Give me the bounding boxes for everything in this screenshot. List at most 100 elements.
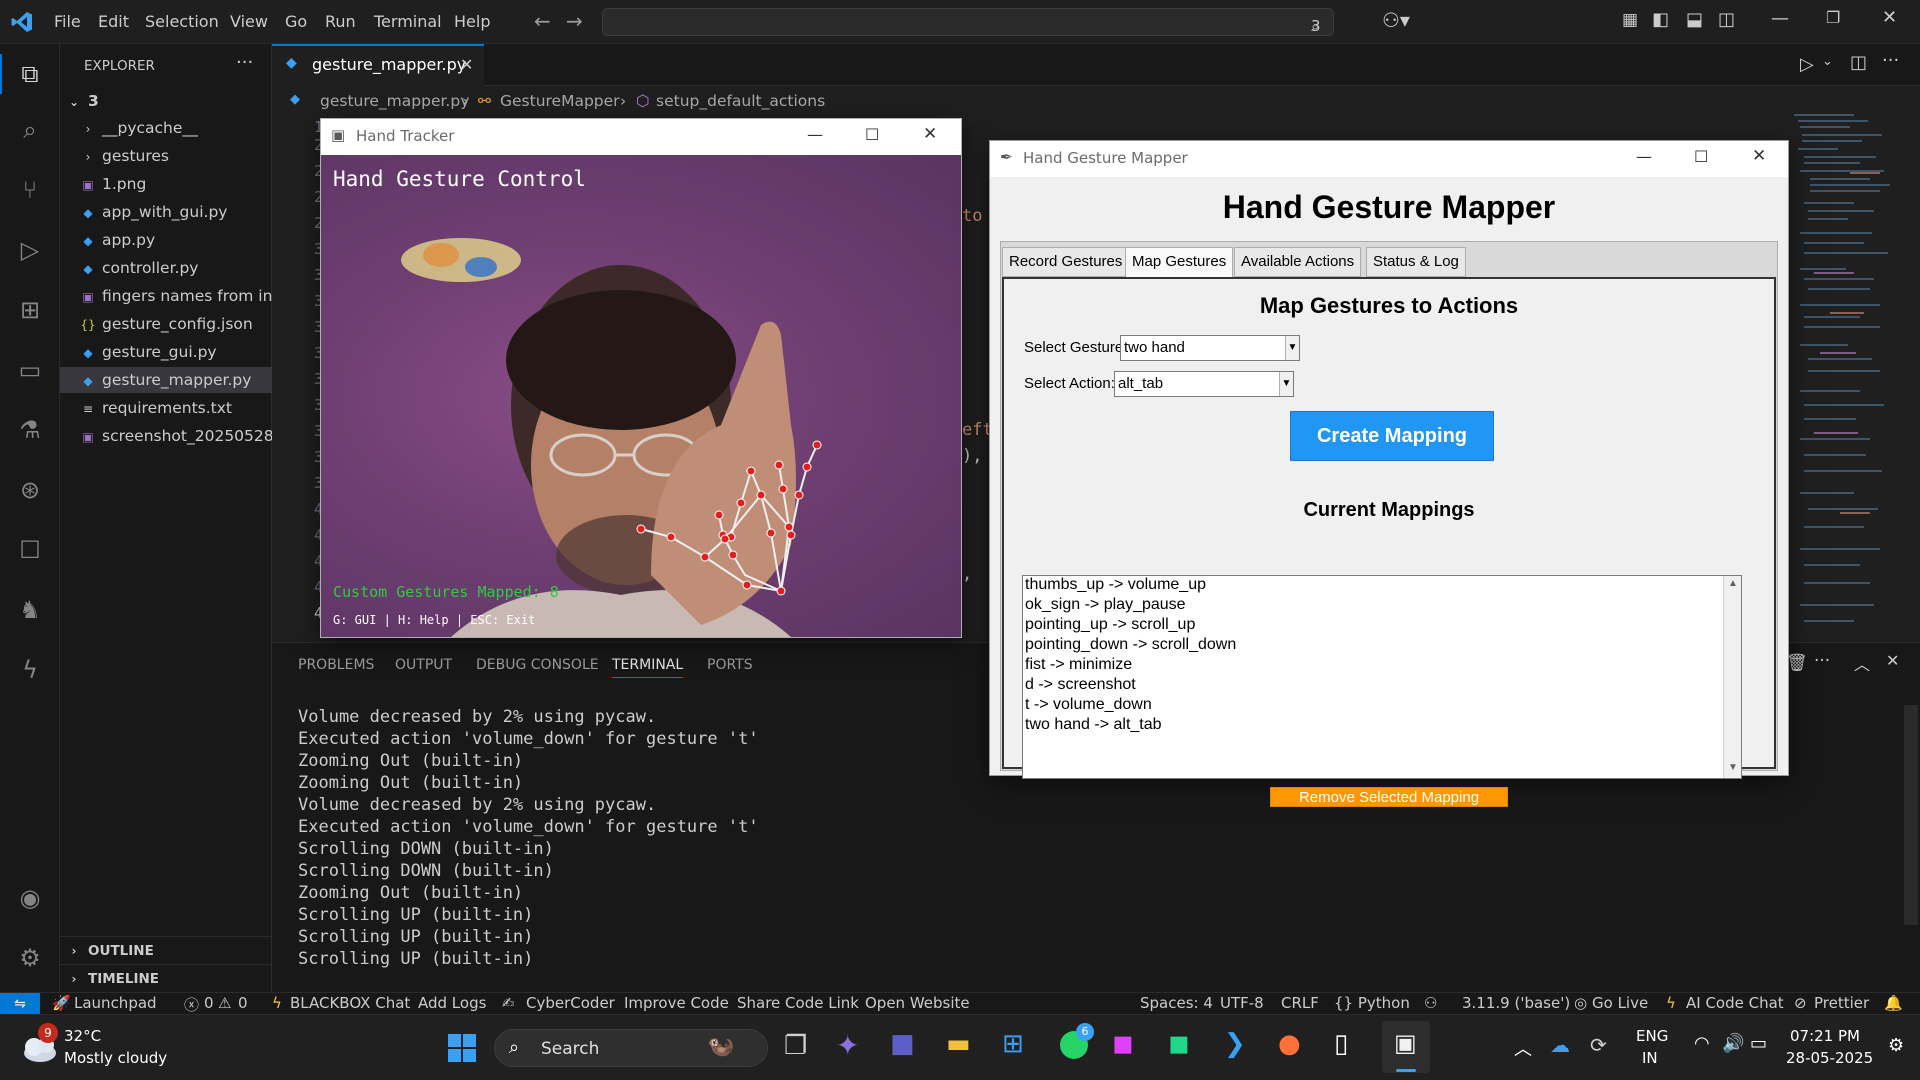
list-item[interactable]: d -> screenshot [1025,676,1136,694]
accounts-icon[interactable]: ◉ [14,882,46,914]
wifi-icon[interactable]: ◠ [1694,1033,1710,1054]
tree-item-screenshot[interactable]: ▣ screenshot_20250528... [60,423,272,449]
status-interpreter[interactable]: 3.11.9 ('base') [1462,994,1570,1012]
terminal-scrollbar[interactable] [1904,705,1918,925]
copilot-app-icon[interactable]: ✦ [836,1029,859,1062]
gesture-mapper-titlebar[interactable]: ✒ Hand Gesture Mapper — ☐ ✕ [990,141,1788,177]
status-ai-code-chat[interactable]: AI Code Chat [1686,994,1784,1012]
toggle-secondary-sidebar-icon[interactable]: ◫ [1718,9,1735,30]
maximize-icon[interactable]: ☐ [865,125,879,144]
menu-selection[interactable]: Selection [145,12,219,31]
tree-item-1-png[interactable]: ▣ 1.png [60,171,272,197]
extensions-icon[interactable]: ⊞ [14,294,46,326]
maximize-panel-icon[interactable]: ︿ [1854,651,1870,675]
python-tk-app-icon[interactable]: ▣ [1382,1021,1430,1073]
customize-layout-icon[interactable]: ▦ [1622,10,1638,30]
remote-indicator-icon[interactable]: ⇋ [0,993,40,1015]
github-icon[interactable]: ♞ [14,594,46,626]
minimize-icon[interactable]: — [807,125,823,144]
language-secondary[interactable]: IN [1642,1049,1658,1067]
select-action-combobox[interactable]: alt_tab ▼ [1114,371,1294,397]
status-warnings[interactable]: 0 [238,994,248,1012]
menu-run[interactable]: Run [325,12,356,31]
more-actions-icon[interactable]: ··· [1814,651,1830,671]
tab-available-actions[interactable]: Available Actions [1234,247,1362,277]
more-actions-icon[interactable]: ··· [236,52,253,73]
windows-start-icon[interactable] [447,1033,477,1063]
remote-explorer-icon[interactable]: ▭ [14,354,46,386]
search-icon[interactable]: ⌕ [14,114,46,146]
hand-tracker-titlebar[interactable]: ▣ Hand Tracker — ☐ ✕ [321,119,961,155]
hand-tracker-window[interactable]: ▣ Hand Tracker — ☐ ✕ Hand Gesture Contro… [320,118,962,638]
status-improve-code[interactable]: Improve Code [624,994,729,1012]
restore-window-icon[interactable]: ❐ [1826,8,1840,27]
tree-item-controller[interactable]: ◆ controller.py [60,255,272,281]
close-tab-icon[interactable]: ✕ [460,55,473,74]
close-panel-icon[interactable]: ✕ [1886,651,1899,670]
show-hidden-icons[interactable]: ︿ [1514,1035,1532,1061]
tree-item-gestures[interactable]: › gestures [60,143,272,169]
dropdown-arrow-icon[interactable]: ▼ [1279,372,1293,396]
forward-arrow-icon[interactable]: → [566,9,583,33]
tab-terminal[interactable]: TERMINAL [612,657,684,678]
notification-center-icon[interactable]: ⚙ [1888,1035,1904,1056]
menu-help[interactable]: Help [454,12,490,31]
chat-icon[interactable]: ☐ [14,534,46,566]
task-view-icon[interactable]: ❐ [784,1031,807,1061]
settings-gear-icon[interactable]: ⚙ [14,942,46,974]
tab-gesture-mapper[interactable]: ◆ gesture_mapper.py ✕ [272,44,484,86]
more-actions-icon[interactable]: ··· [1882,50,1899,71]
minimize-window-icon[interactable]: — [1771,8,1789,29]
tab-record-gestures[interactable]: Record Gestures [1002,247,1130,277]
tree-item-app-with-gui[interactable]: ◆ app_with_gui.py [60,199,272,225]
tab-debug-console[interactable]: DEBUG CONSOLE [476,657,599,673]
clock-time[interactable]: 07:21 PM [1790,1027,1860,1045]
tree-item-app[interactable]: ◆ app.py [60,227,272,253]
list-item[interactable]: pointing_down -> scroll_down [1025,636,1236,654]
intellij-icon[interactable]: ◼ [1112,1029,1134,1059]
scroll-up-icon[interactable]: ▲ [1728,578,1738,589]
weather-widget[interactable]: 9 [20,1023,58,1065]
tab-problems[interactable]: PROBLEMS [298,657,374,673]
outline-section[interactable]: › OUTLINE [60,938,272,964]
status-blackbox-chat[interactable]: BLACKBOX Chat [290,994,410,1012]
close-window-icon[interactable]: ✕ [1882,7,1897,28]
tree-item-gesture-mapper[interactable]: ◆ gesture_mapper.py [60,367,272,393]
close-icon[interactable]: ✕ [1752,146,1766,166]
firefox-icon[interactable]: ● [1278,1029,1301,1059]
menu-go[interactable]: Go [285,12,307,31]
status-eol[interactable]: CRLF [1281,994,1319,1012]
breadcrumb-method[interactable]: setup_default_actions [656,92,825,110]
list-item[interactable]: ok_sign -> play_pause [1025,596,1186,614]
list-item[interactable]: t -> volume_down [1025,696,1152,714]
folder-root[interactable]: ⌄ 3 [60,88,272,114]
copilot-status-icon[interactable]: ⚇ [1424,994,1437,1012]
minimize-icon[interactable]: — [1636,147,1652,166]
language-primary[interactable]: ENG [1636,1027,1668,1045]
git-graph-icon[interactable]: ⊛ [14,474,46,506]
status-share-code-link[interactable]: Share Code Link [737,994,859,1012]
notepad-icon[interactable]: ▯ [1334,1029,1348,1059]
toggle-panel-icon[interactable]: ⬓ [1686,9,1703,30]
menu-file[interactable]: File [54,12,81,31]
microsoft-store-icon[interactable]: ⊞ [1002,1029,1024,1059]
tab-map-gestures[interactable]: Map Gestures [1125,247,1234,277]
vscode-taskbar-icon[interactable]: ❯ [1224,1029,1246,1059]
command-center-search[interactable]: ⌕ 3 [602,8,1334,36]
status-encoding[interactable]: UTF-8 [1220,994,1264,1012]
status-launchpad[interactable]: Launchpad [74,994,157,1012]
maximize-icon[interactable]: ☐ [1694,147,1708,166]
menu-view[interactable]: View [230,12,268,31]
list-item[interactable]: pointing_up -> scroll_up [1025,616,1195,634]
split-editor-icon[interactable]: ◫ [1850,52,1867,73]
file-explorer-icon[interactable]: ▬ [946,1029,971,1059]
run-file-icon[interactable]: ▷ [1800,54,1814,75]
run-debug-icon[interactable]: ▷ [14,234,46,266]
scroll-down-icon[interactable]: ▼ [1728,762,1738,773]
blackbox-icon[interactable]: ϟ [14,654,46,686]
toggle-sidebar-icon[interactable]: ◧ [1652,9,1669,30]
list-scrollbar[interactable]: ▲ ▼ [1723,576,1741,778]
dropdown-arrow-icon[interactable]: ▼ [1285,336,1299,360]
source-control-icon[interactable]: ⑂ [14,174,46,206]
explorer-icon[interactable]: ⧉ [14,58,46,90]
